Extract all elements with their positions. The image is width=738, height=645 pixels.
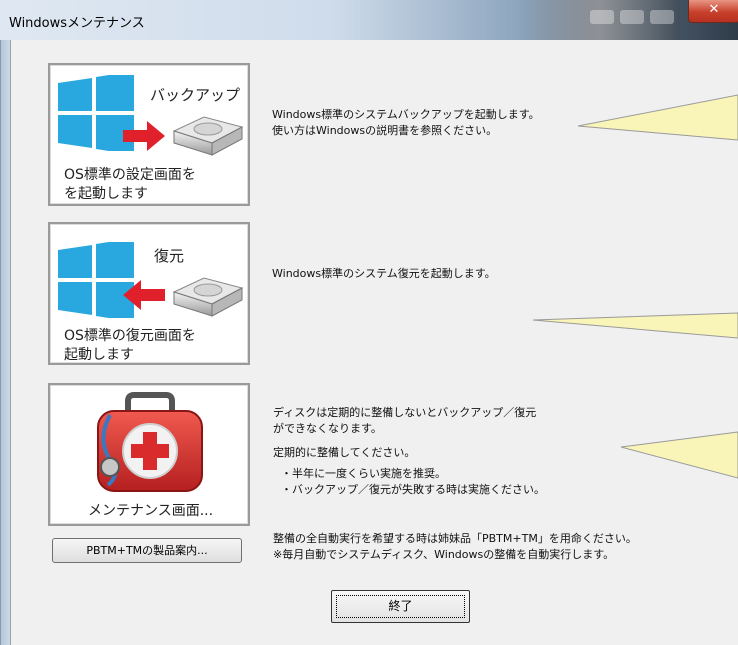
restore-caption-line-1: OS標準の復元画面を [64, 328, 196, 344]
backup-description-line-2: 使い方はWindowsの説明書を参照ください。 [272, 124, 498, 137]
backup-description-line-1: Windows標準のシステムバックアップを起動します。 [272, 108, 540, 121]
maintenance-tips: ・半年に一度くらい実施を推奨。 ・バックアップ／復元が失敗する時は実施ください。 [281, 466, 545, 498]
restore-description: Windows標準のシステム復元を起動します。 [272, 267, 496, 280]
maintenance-description-line-2: ができなくなります。 [273, 422, 382, 435]
auto-run-note-line-2: ※毎月自動でシステムディスク、Windowsの整備を自動実行します。 [273, 548, 615, 561]
product-info-button[interactable]: PBTM+TMの製品案内... [52, 538, 242, 563]
maintenance-tip-2: ・バックアップ／復元が失敗する時は実施ください。 [281, 483, 545, 496]
backup-description: Windows標準のシステムバックアップを起動します。 使い方はWindowsの… [272, 107, 540, 139]
backup-callout [577, 94, 738, 141]
backup-caption-line-2: を起動します [64, 186, 148, 202]
restore-button[interactable]: 復元 OS標準の復元画面を 起動します [48, 222, 250, 365]
restore-caption: OS標準の復元画面を 起動します [64, 327, 196, 365]
maintenance-tip-1: ・半年に一度くらい実施を推奨。 [281, 467, 446, 480]
maintenance-caption: メンテナンス画面... [88, 503, 214, 519]
backup-button[interactable]: バックアップ OS標準の設定画面を を起動します [48, 63, 250, 206]
maintenance-callout [620, 431, 738, 479]
backup-caption: OS標準の設定画面を を起動します [64, 166, 196, 204]
backup-caption-line-1: OS標準の設定画面を [64, 167, 196, 183]
red-arrow-right-icon [123, 121, 165, 151]
first-aid-kit-icon [97, 392, 203, 492]
restore-label: 復元 [154, 247, 185, 265]
maintenance-button[interactable]: メンテナンス画面... [48, 383, 250, 526]
end-button[interactable]: 終了 [331, 590, 470, 623]
restore-callout [532, 312, 738, 339]
maintenance-advice: 定期的に整備してください。 [273, 446, 416, 459]
restore-caption-line-2: 起動します [64, 347, 134, 363]
maintenance-description-line-1: ディスクは定期的に整備しないとバックアップ／復元 [273, 406, 537, 419]
auto-run-note: 整備の全自動実行を希望する時は姉妹品「PBTM+TM」を用命ください。 ※毎月自… [273, 531, 637, 563]
restore-window-button[interactable] [650, 10, 674, 24]
maintenance-description: ディスクは定期的に整備しないとバックアップ／復元 ができなくなります。 [273, 405, 536, 437]
end-button-label: 終了 [388, 599, 413, 613]
auto-run-note-line-1: 整備の全自動実行を希望する時は姉妹品「PBTM+TM」を用命ください。 [273, 532, 637, 545]
close-button[interactable]: ✕ [688, 0, 738, 23]
red-arrow-left-icon [123, 280, 165, 310]
hard-drive-icon [172, 277, 244, 317]
hard-drive-icon [172, 116, 244, 156]
maximize-button[interactable] [620, 10, 644, 24]
backup-label: バックアップ [150, 86, 241, 104]
minimize-button[interactable] [590, 10, 614, 24]
